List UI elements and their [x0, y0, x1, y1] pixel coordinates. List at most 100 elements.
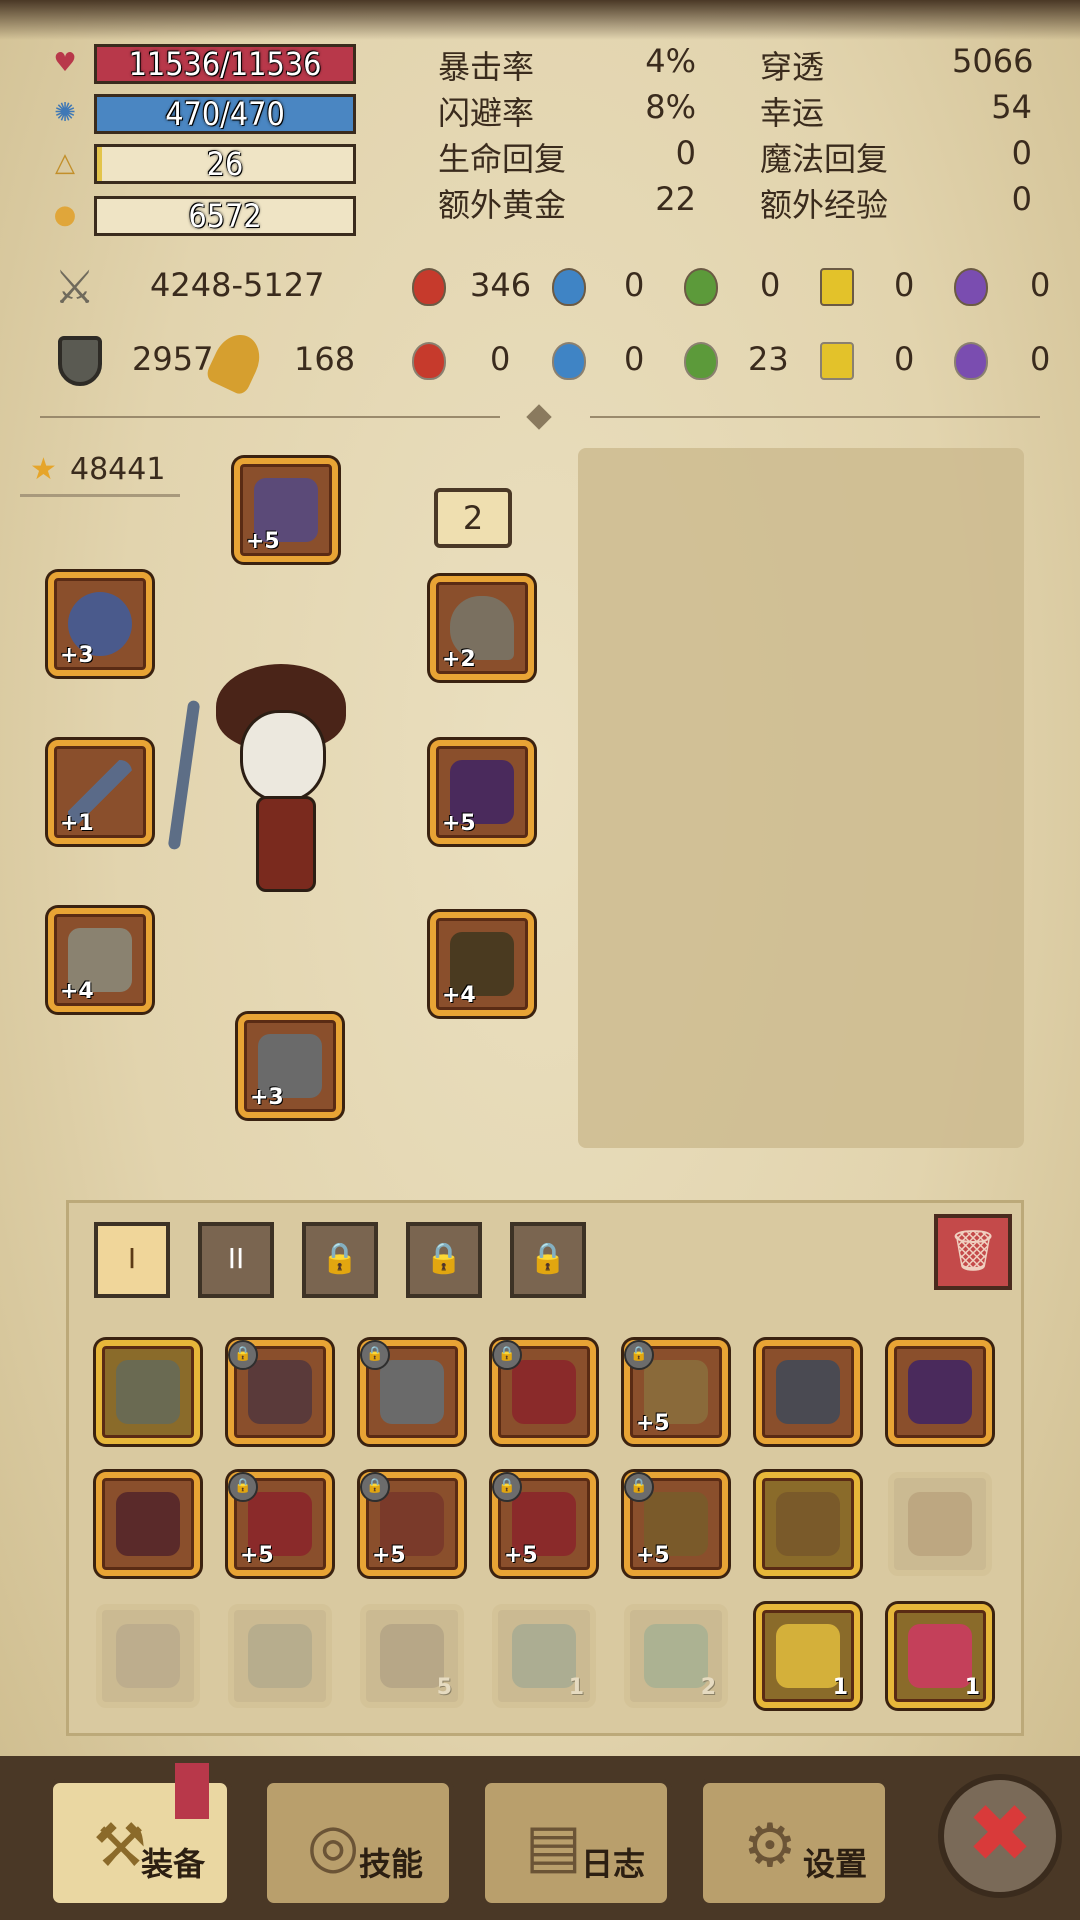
lock-icon: 🔒	[624, 1340, 654, 1370]
fire-icon	[412, 268, 446, 306]
nature-icon	[684, 268, 718, 306]
gold-text: 6572	[188, 197, 262, 235]
bookmark-icon	[175, 1763, 209, 1819]
water-resist-icon	[552, 342, 586, 380]
attack-range: 4248-5127	[150, 266, 325, 304]
inventory-item[interactable]	[756, 1472, 860, 1576]
inventory-item[interactable]: 5	[360, 1604, 464, 1708]
item-icon	[380, 1360, 444, 1424]
inventory-item[interactable]	[888, 1472, 992, 1576]
helmet-slot[interactable]: +5	[234, 458, 338, 562]
log-tab-button[interactable]: ▤ 日志	[480, 1778, 672, 1908]
level-bar: 26	[94, 144, 356, 184]
inventory-item[interactable]: 🔒	[492, 1340, 596, 1444]
settings-tab-button[interactable]: ⚙ 设置	[698, 1778, 890, 1908]
item-level: +5	[636, 1411, 670, 1436]
stat-value: 8%	[645, 88, 696, 126]
inventory-item[interactable]	[96, 1472, 200, 1576]
helmet-level: +5	[246, 529, 280, 554]
score-underline	[20, 494, 180, 497]
inventory-item[interactable]: 🔒 +5	[492, 1472, 596, 1576]
weapon-slot[interactable]: +1	[48, 740, 152, 844]
equip-tab-button[interactable]: ⚒ 装备	[48, 1763, 232, 1908]
locked-tab[interactable]: 🔒	[406, 1222, 482, 1298]
stat-value: 22	[655, 180, 696, 218]
item-icon	[644, 1624, 708, 1688]
stat-value: 5066	[952, 42, 1034, 80]
stat-value: 0	[675, 134, 696, 172]
item-icon	[116, 1492, 180, 1556]
ring-slot[interactable]: +3	[48, 572, 152, 676]
necklace-slot[interactable]: +2	[430, 576, 534, 680]
item-icon	[908, 1360, 972, 1424]
locked-tab[interactable]: 🔒	[510, 1222, 586, 1298]
inventory-item[interactable]: 2	[624, 1604, 728, 1708]
lock-icon: 🔒	[228, 1340, 258, 1370]
boots-slot[interactable]: +3	[238, 1014, 342, 1118]
stat-label: 魔法回复	[760, 140, 889, 178]
inventory-item[interactable]: 🔒 +5	[624, 1340, 728, 1444]
item-level: +5	[636, 1543, 670, 1568]
inventory-item[interactable]	[228, 1604, 332, 1708]
level-fill	[97, 147, 103, 181]
skills-tab-button[interactable]: ◎ 技能	[262, 1778, 454, 1908]
inventory-item[interactable]	[96, 1604, 200, 1708]
item-icon	[512, 1624, 576, 1688]
stat-value: 4%	[645, 42, 696, 80]
inventory-item[interactable]: 🔒	[228, 1340, 332, 1444]
divider-ornament	[526, 404, 552, 430]
equip-tab-label: 装备	[141, 1845, 206, 1883]
inventory-item[interactable]	[756, 1340, 860, 1444]
journal-icon: ▤	[525, 1811, 582, 1881]
level-icon: △	[55, 148, 75, 178]
item-count: 1	[964, 1675, 980, 1700]
locked-tab[interactable]: 🔒	[302, 1222, 378, 1298]
inventory-item[interactable]	[888, 1340, 992, 1444]
item-icon	[776, 1624, 840, 1688]
defense-armor: 2957	[132, 340, 214, 378]
inventory-item[interactable]: 🔒 +5	[624, 1472, 728, 1576]
fire-resist-icon	[412, 342, 446, 380]
hp-bar: 11536/11536	[94, 44, 356, 84]
item-icon	[512, 1360, 576, 1424]
gloves-level: +5	[442, 811, 476, 836]
nature-resist-icon	[684, 342, 718, 380]
inventory-item[interactable]: 🔒 +5	[228, 1472, 332, 1576]
item-icon	[776, 1360, 840, 1424]
bracer-slot[interactable]: +4	[48, 908, 152, 1012]
stat-label: 幸运	[760, 94, 825, 132]
stat-label: 暴击率	[438, 48, 535, 86]
inventory-item[interactable]: 🔒 +5	[360, 1472, 464, 1576]
stat-value: 54	[991, 88, 1032, 126]
shield-icon	[58, 336, 102, 386]
pants-slot[interactable]: +4	[430, 912, 534, 1016]
mp-text: 470/470	[165, 95, 285, 133]
close-button[interactable]: ✖	[938, 1774, 1062, 1898]
inventory-item[interactable]	[96, 1340, 200, 1444]
ring-level: +3	[60, 643, 94, 668]
settings-tab-label: 设置	[803, 1845, 868, 1883]
axe-icon: ⚒	[93, 1811, 147, 1881]
tab-1[interactable]: I	[94, 1222, 170, 1298]
slot-count-badge[interactable]: 2	[434, 488, 512, 548]
gloves-slot[interactable]: +5	[430, 740, 534, 844]
inventory-item[interactable]: 1	[492, 1604, 596, 1708]
star-icon: ★	[30, 452, 57, 487]
trash-icon: 🗑	[947, 1228, 999, 1274]
mana-icon: ✺	[54, 98, 76, 128]
lock-icon: 🔒	[492, 1340, 522, 1370]
inventory-item[interactable]: 1	[888, 1604, 992, 1708]
lock-icon: 🔒	[624, 1472, 654, 1502]
weapon-level: +1	[60, 811, 94, 836]
log-tab-label: 日志	[581, 1845, 646, 1883]
bracer-level: +4	[60, 979, 94, 1004]
inventory-item[interactable]: 1	[756, 1604, 860, 1708]
inventory-item[interactable]: 🔒	[360, 1340, 464, 1444]
trash-button[interactable]: 🗑	[934, 1214, 1012, 1290]
item-icon	[248, 1360, 312, 1424]
tab-2[interactable]: II	[198, 1222, 274, 1298]
divider-left	[40, 416, 500, 418]
item-level: +5	[372, 1543, 406, 1568]
stat-label: 额外经验	[760, 186, 889, 224]
attack-water: 0	[624, 266, 645, 304]
